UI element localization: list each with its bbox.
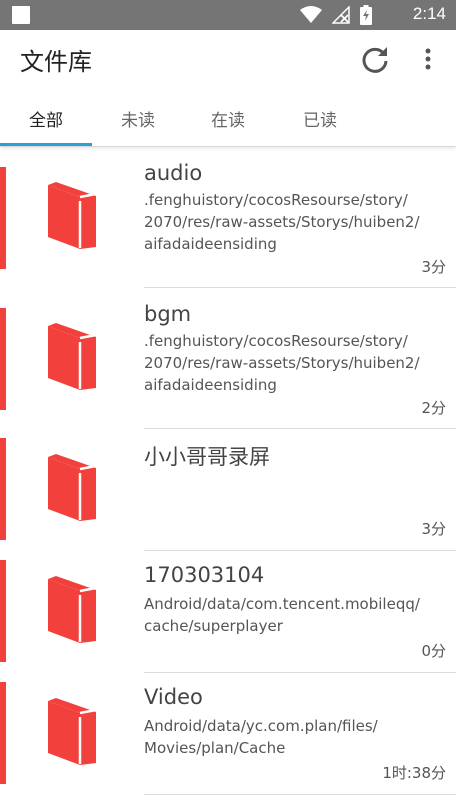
tab-unread[interactable]: 未读 [92, 90, 184, 146]
item-accent-bar [0, 682, 6, 784]
book-icon [48, 182, 97, 249]
book-icon [48, 576, 97, 643]
item-title: 170303104 [144, 563, 265, 587]
status-time: 2:14 [412, 4, 446, 23]
item-title: bgm [144, 302, 192, 326]
book-icon [48, 698, 97, 765]
item-path-text: Android/data/com.tencent.mobileqq/ cache… [144, 595, 420, 635]
item-duration: 3分 [421, 520, 446, 538]
item-accent-bar [0, 438, 6, 540]
list-item[interactable]: 170303104 Android/data/com.tencent.mobil… [0, 551, 456, 673]
more-vert-icon [425, 48, 431, 70]
list-item[interactable]: 小小哥哥录屏 3分 [0, 429, 456, 551]
battery-charging-icon [360, 5, 372, 25]
tab-indicator [0, 143, 92, 146]
refresh-icon [362, 47, 388, 73]
item-title: audio [144, 161, 203, 185]
tab-reading[interactable]: 在读 [182, 90, 274, 146]
item-accent-bar [0, 560, 6, 662]
more-options-button[interactable] [414, 40, 442, 78]
item-duration: 3分 [421, 258, 446, 276]
page-title: 文件库 [20, 48, 92, 76]
item-accent-bar [0, 308, 6, 410]
list-item[interactable]: bgm .fenghuistory/cocosResourse/story/ 2… [0, 288, 456, 429]
item-path-text: Android/data/yc.com.plan/files/ Movies/p… [144, 717, 378, 757]
item-title: Video [144, 685, 203, 709]
item-title: 小小哥哥录屏 [144, 445, 270, 469]
tab-read[interactable]: 已读 [274, 90, 366, 146]
item-path-text: .fenghuistory/cocosResourse/story/ 2070/… [144, 191, 420, 253]
system-icons [300, 5, 372, 25]
item-path: Android/data/com.tencent.mobileqq/ cache… [144, 593, 450, 637]
divider [144, 794, 456, 795]
item-duration: 1时:38分 [382, 764, 446, 782]
tab-bar: 全部 未读 在读 已读 [0, 90, 456, 147]
item-path: Android/data/yc.com.plan/files/ Movies/p… [144, 715, 450, 759]
notification-square-icon [12, 6, 30, 24]
signal-off-icon [332, 6, 350, 24]
wifi-icon [300, 6, 322, 23]
item-duration: 0分 [421, 642, 446, 660]
item-path-text: .fenghuistory/cocosResourse/story/ 2070/… [144, 332, 420, 394]
app-bar: 文件库 [0, 30, 456, 90]
book-icon [48, 454, 97, 521]
list-item[interactable]: audio .fenghuistory/cocosResourse/story/… [0, 147, 456, 288]
list-item[interactable]: Video Android/data/yc.com.plan/files/ Mo… [0, 673, 456, 795]
book-icon [48, 323, 97, 390]
item-accent-bar [0, 167, 6, 269]
tab-all[interactable]: 全部 [0, 90, 92, 146]
status-bar: 2:14 [0, 0, 456, 30]
refresh-button[interactable] [356, 40, 394, 78]
item-duration: 2分 [421, 399, 446, 417]
item-path: .fenghuistory/cocosResourse/story/ 2070/… [144, 330, 450, 396]
item-path: .fenghuistory/cocosResourse/story/ 2070/… [144, 189, 450, 255]
